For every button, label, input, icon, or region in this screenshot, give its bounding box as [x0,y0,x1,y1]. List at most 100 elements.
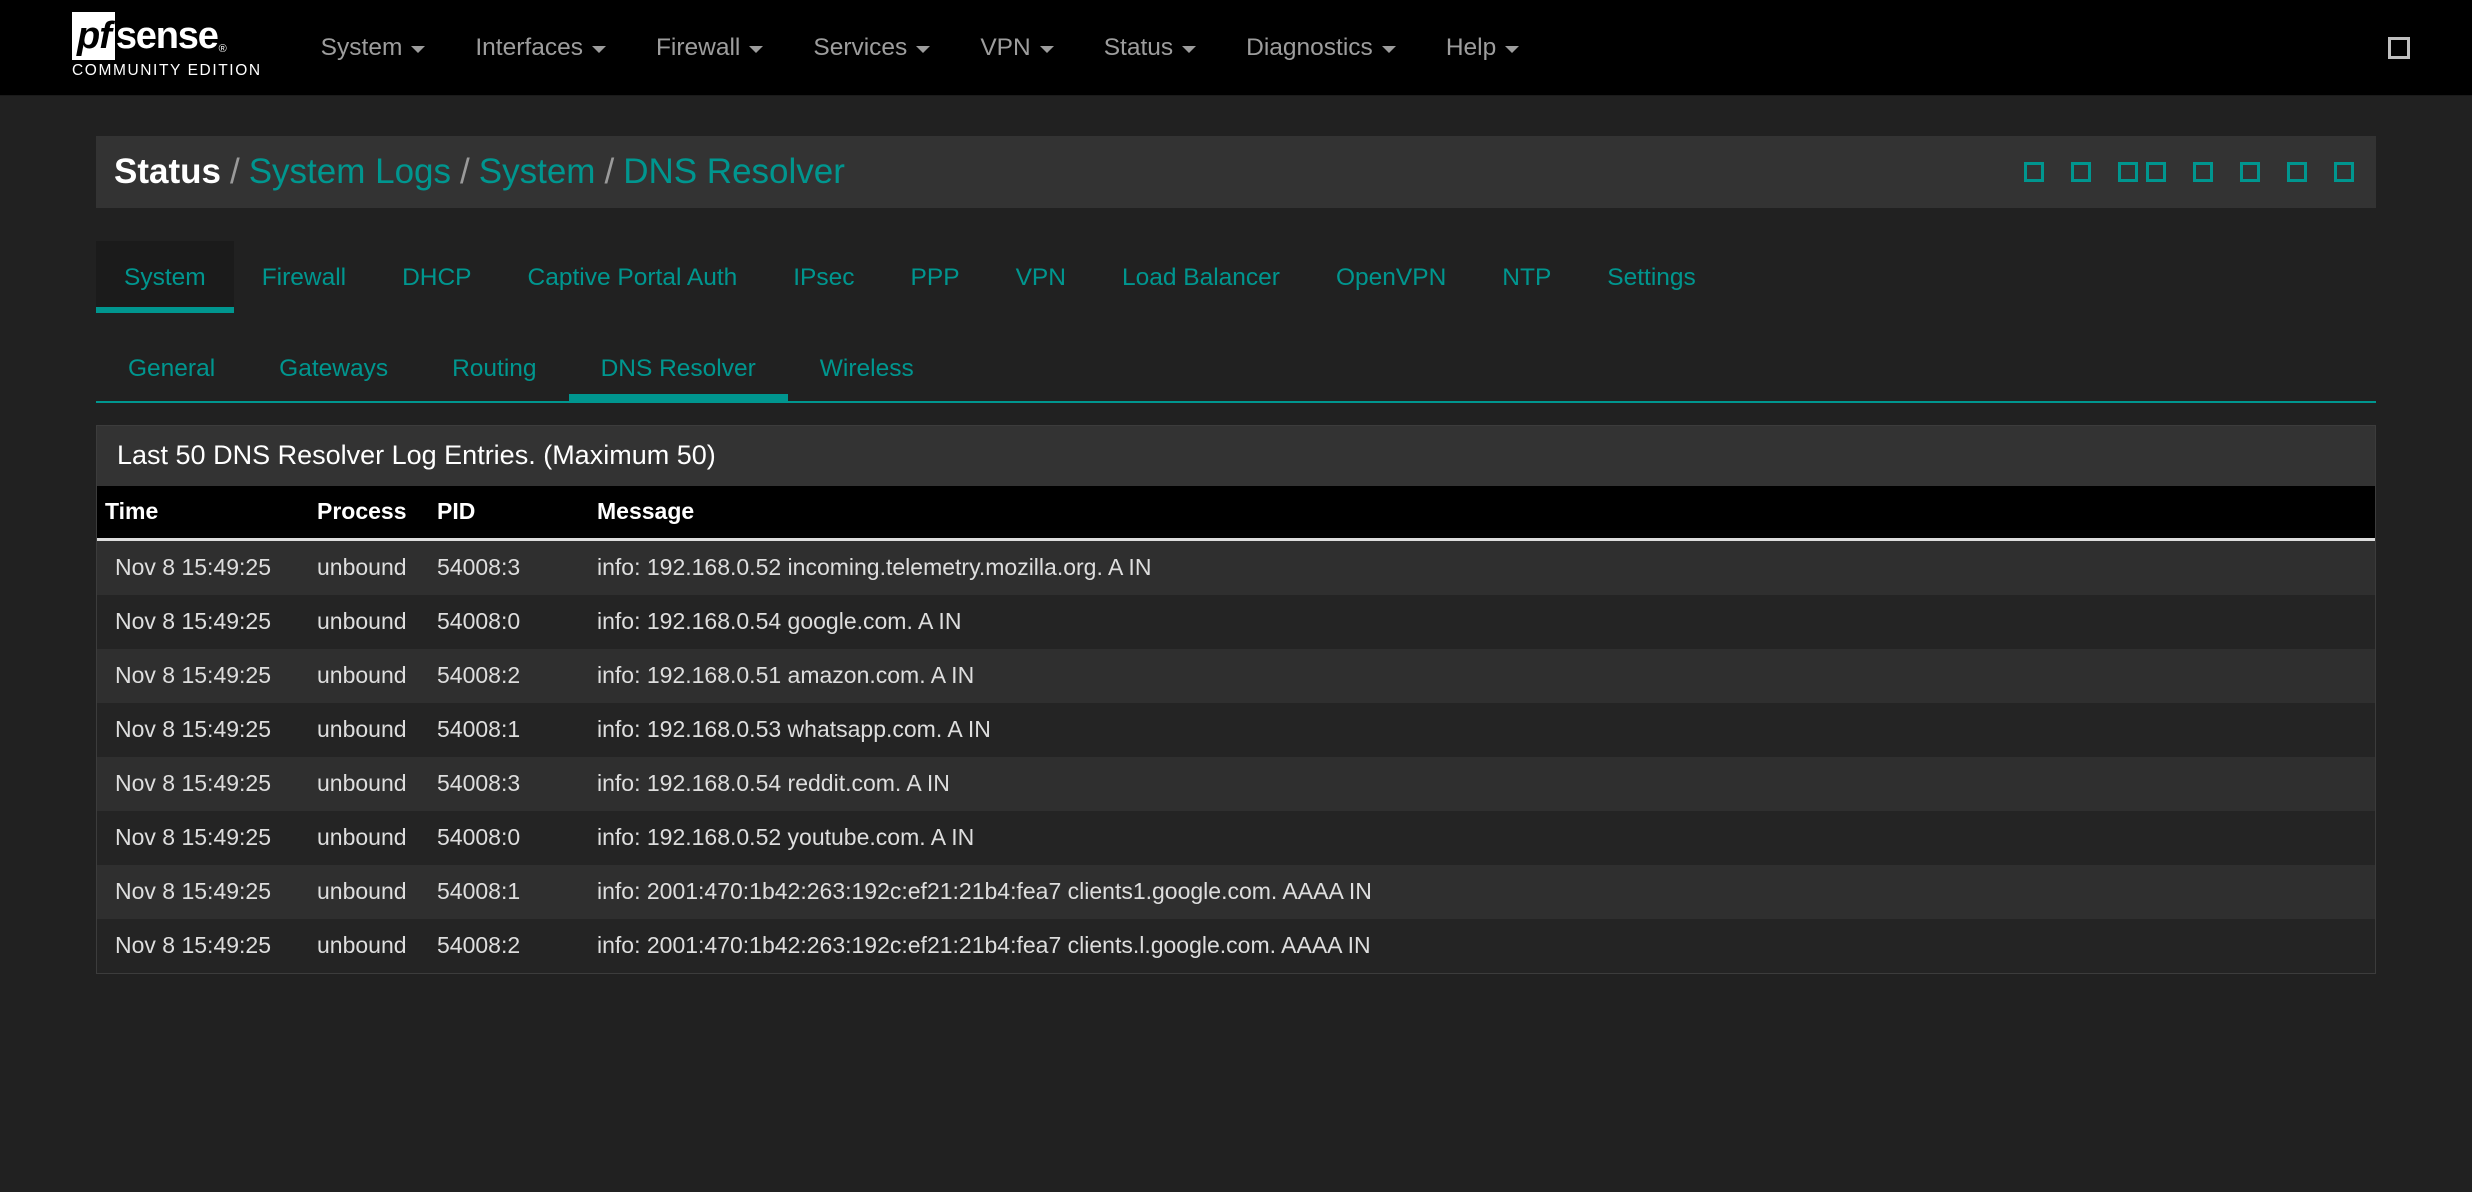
tab-label: PPP [911,264,960,291]
subtab-wireless[interactable]: Wireless [788,335,946,401]
subtab-dns-resolver[interactable]: DNS Resolver [569,335,788,401]
tab-ppp[interactable]: PPP [883,241,988,313]
cell-message: info: 192.168.0.52 incoming.telemetry.mo… [587,540,2375,596]
cell-time: Nov 8 15:49:25 [97,757,307,811]
subtab-routing[interactable]: Routing [420,335,568,401]
cell-message: info: 192.168.0.53 whatsapp.com. A IN [587,703,2375,757]
missing-glyph-icon[interactable] [2388,37,2410,59]
missing-glyph-icon [2193,162,2213,182]
breadcrumb-item-system-logs[interactable]: System Logs [249,152,451,192]
cell-pid: 54008:0 [427,811,587,865]
column-header-process[interactable]: Process [307,486,427,540]
nav-item-system[interactable]: System [296,0,451,95]
subtab-label: Gateways [279,355,388,382]
tab-ipsec[interactable]: IPsec [765,241,882,313]
brand-pf-mark: pf [72,12,115,60]
nav-item-status[interactable]: Status [1079,0,1221,95]
cell-message: info: 192.168.0.54 reddit.com. A IN [587,757,2375,811]
chevron-down-icon [1382,46,1396,53]
tab-system[interactable]: System [96,241,234,313]
tab-settings[interactable]: Settings [1579,241,1724,313]
cell-process: unbound [307,595,427,649]
log-panel: Last 50 DNS Resolver Log Entries. (Maxim… [96,425,2376,974]
cell-process: unbound [307,757,427,811]
tab-captive-portal-auth[interactable]: Captive Portal Auth [500,241,766,313]
column-header-message[interactable]: Message [587,486,2375,540]
brand-edition-text: COMMUNITY EDITION [72,62,262,80]
table-row: Nov 8 15:49:25 unbound 54008:0 info: 192… [97,595,2375,649]
table-row: Nov 8 15:49:25 unbound 54008:2 info: 192… [97,649,2375,703]
cell-pid: 54008:1 [427,865,587,919]
log-table-header-row: Time Process PID Message [97,486,2375,540]
column-header-time[interactable]: Time [97,486,307,540]
breadcrumb-item-dns-resolver[interactable]: DNS Resolver [623,152,845,192]
subtab-label: General [128,355,215,382]
pfsense-logo[interactable]: pf sense ® COMMUNITY EDITION [72,12,262,84]
primary-tabs-wrapper: System Firewall DHCP Captive Portal Auth… [0,241,2472,313]
nav-item-label: System [321,34,403,62]
table-row: Nov 8 15:49:25 unbound 54008:3 info: 192… [97,757,2375,811]
header-action-icon-5[interactable] [2193,162,2213,182]
brand-sense-text: sense [116,13,218,59]
header-action-icon-6[interactable] [2240,162,2260,182]
cell-message: info: 192.168.0.52 youtube.com. A IN [587,811,2375,865]
tab-firewall[interactable]: Firewall [234,241,374,313]
navbar-right-actions [2388,0,2472,95]
missing-glyph-icon [2287,162,2307,182]
tab-ntp[interactable]: NTP [1474,241,1579,313]
missing-glyph-icon [2024,162,2044,182]
tab-label: Captive Portal Auth [528,264,738,291]
cell-time: Nov 8 15:49:25 [97,595,307,649]
subtab-gateways[interactable]: Gateways [247,335,420,401]
tab-dhcp[interactable]: DHCP [374,241,499,313]
missing-glyph-icon [2118,162,2138,182]
cell-pid: 54008:3 [427,757,587,811]
nav-item-firewall[interactable]: Firewall [631,0,788,95]
page-header-wrapper: Status / System Logs / System / DNS Reso… [0,96,2472,208]
header-action-icon-2[interactable] [2071,162,2091,182]
cell-pid: 54008:2 [427,919,587,973]
cell-time: Nov 8 15:49:25 [97,811,307,865]
tab-openvpn[interactable]: OpenVPN [1308,241,1474,313]
cell-time: Nov 8 15:49:25 [97,865,307,919]
nav-item-vpn[interactable]: VPN [955,0,1078,95]
header-action-icon-4[interactable] [2146,162,2166,182]
breadcrumb: Status / System Logs / System / DNS Reso… [114,152,845,192]
cell-process: unbound [307,865,427,919]
cell-time: Nov 8 15:49:25 [97,919,307,973]
cell-time: Nov 8 15:49:25 [97,649,307,703]
log-panel-wrapper: Last 50 DNS Resolver Log Entries. (Maxim… [0,425,2472,974]
tab-vpn[interactable]: VPN [988,241,1094,313]
cell-process: unbound [307,919,427,973]
table-row: Nov 8 15:49:25 unbound 54008:1 info: 200… [97,865,2375,919]
chevron-down-icon [411,46,425,53]
header-action-icon-3[interactable] [2118,162,2138,182]
header-action-icon-1[interactable] [2024,162,2044,182]
cell-pid: 54008:0 [427,595,587,649]
header-action-icon-7[interactable] [2287,162,2307,182]
nav-item-label: VPN [980,34,1030,62]
sub-tabs-wrapper: General Gateways Routing DNS Resolver Wi… [0,335,2472,403]
nav-item-help[interactable]: Help [1421,0,1544,95]
table-row: Nov 8 15:49:25 unbound 54008:3 info: 192… [97,540,2375,596]
tab-load-balancer[interactable]: Load Balancer [1094,241,1308,313]
cell-process: unbound [307,649,427,703]
table-row: Nov 8 15:49:25 unbound 54008:1 info: 192… [97,703,2375,757]
dns-resolver-log-table: Time Process PID Message Nov 8 15:49:25 … [97,486,2375,973]
page-header: Status / System Logs / System / DNS Reso… [96,136,2376,208]
table-row: Nov 8 15:49:25 unbound 54008:2 info: 200… [97,919,2375,973]
nav-item-diagnostics[interactable]: Diagnostics [1221,0,1421,95]
column-header-pid[interactable]: PID [427,486,587,540]
header-action-icon-8[interactable] [2334,162,2354,182]
nav-item-services[interactable]: Services [788,0,955,95]
subtab-general[interactable]: General [96,335,247,401]
missing-glyph-icon [2146,162,2166,182]
nav-item-interfaces[interactable]: Interfaces [450,0,631,95]
subtab-label: Wireless [820,355,914,382]
subtab-label: Routing [452,355,536,382]
breadcrumb-item-system[interactable]: System [479,152,596,192]
cell-process: unbound [307,540,427,596]
missing-glyph-icon [2071,162,2091,182]
chevron-down-icon [1182,46,1196,53]
nav-item-label: Firewall [656,34,740,62]
